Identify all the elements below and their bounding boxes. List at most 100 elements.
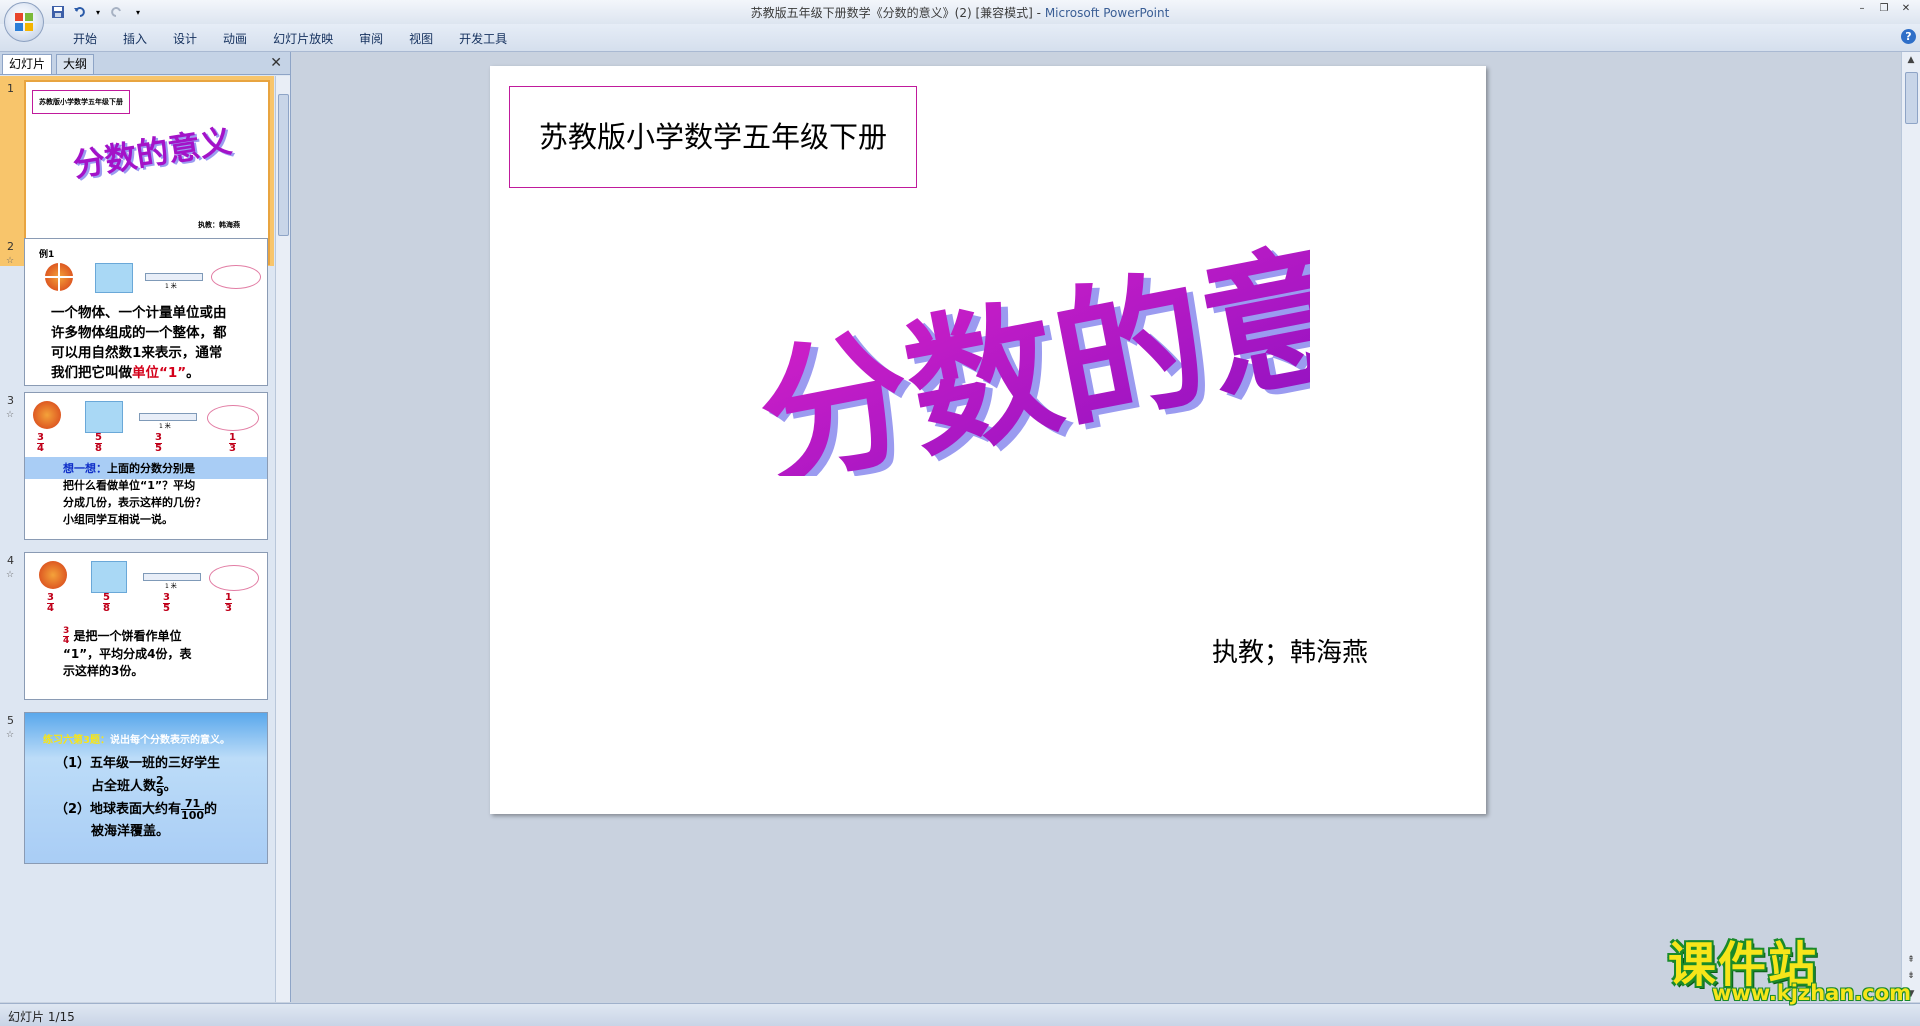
slide-number: 1 [7,82,14,95]
close-pane-icon[interactable]: ✕ [270,55,282,71]
thumb-line: 占全班人数 2 9。 [91,774,177,799]
tab-outline[interactable]: 大纲 [56,54,95,74]
slide-thumbnail-5[interactable]: 5 ☆ 练习六第3题：说出每个分数表示的意义。 （1）五年级一班的三好学生 占全… [0,708,274,868]
slide-canvas[interactable]: 苏教版小学数学五年级下册 分数的意义 分数的意义 执教；韩海燕 [490,66,1486,814]
thumbnail-canvas: 例1 1 米 一个物体、一个计量单位或由 许多物体组成的一个整体，都 可以用自然… [24,238,268,386]
ribbon: 开始 插入 设计 动画 幻灯片放映 审阅 视图 开发工具 ? [0,24,1920,52]
ellipse-image [211,265,261,289]
window-title: 苏教版五年级下册数学《分数的意义》(2) [兼容模式] - Microsoft … [0,4,1920,21]
ruler-image [139,413,197,421]
slides-pane: 幻灯片 大纲 ✕ 1 苏教版小学数学五年级下册 分数的意义 执教：韩海燕 2 ☆… [0,52,291,1002]
tab-slideshow[interactable]: 幻灯片放映 [260,30,346,48]
thumb-text: 的 [204,802,218,817]
tab-review[interactable]: 审阅 [346,30,396,48]
think-label: 想一想： [63,462,107,475]
ruler-label: 1 米 [165,583,177,590]
inline-fraction: 71 100 [181,797,205,822]
ribbon-tabs: 开始 插入 设计 动画 幻灯片放映 审阅 视图 开发工具 [60,30,520,48]
tab-slides[interactable]: 幻灯片 [2,54,53,74]
ruler-label: 1 米 [165,283,177,290]
vertical-scrollbar[interactable]: ▲ ⇞ ⇟ ▼ [1901,52,1920,1002]
tab-animations[interactable]: 动画 [210,30,260,48]
animation-star-icon: ☆ [6,730,15,740]
thumb-line: 我们把它叫做单位“1”。 [51,363,263,383]
fraction-row: 34 58 35 13 [25,433,267,457]
ellipse-image [207,405,259,431]
fraction: 13 [229,432,236,454]
thumb-text: 占全班人数 [91,779,157,794]
watermark: 课件站 www.kjzhan.com [1668,925,1911,1005]
scroll-up-icon[interactable]: ▲ [1902,52,1920,68]
pie-image [45,263,73,291]
tab-developer[interactable]: 开发工具 [446,30,520,48]
teacher-text[interactable]: 执教；韩海燕 [1212,632,1368,669]
document-title: 苏教版五年级下册数学《分数的意义》(2) [兼容模式] - [750,6,1045,20]
thumb-title-box: 苏教版小学数学五年级下册 [32,90,130,114]
minimize-button[interactable]: – [1852,2,1872,16]
slide-number: 4 [7,554,14,567]
ruler-image [145,273,203,281]
ruler-image [143,573,201,581]
thumb-header: 练习六第3题：说出每个分数表示的意义。 [43,731,230,746]
scroll-thumb[interactable] [278,94,289,236]
fraction: 58 [95,432,102,454]
fraction-row: 34 58 35 13 [25,593,267,617]
tab-view[interactable]: 视图 [396,30,446,48]
slide-number: 2 [7,240,14,253]
help-icon[interactable]: ? [1901,29,1916,44]
wordart-title[interactable]: 分数的意义 分数的意义 [710,216,1310,476]
grid-image [85,401,123,433]
thumb-line: 一个物体、一个计量单位或由 [51,305,227,321]
fraction: 58 [103,592,110,614]
thumb-line: “1”，平均分成4份，表 [63,647,192,661]
restore-button[interactable]: ❐ [1874,2,1894,16]
inline-fraction: 34 [63,626,70,646]
title-bar: ▾ ▾ 苏教版五年级下册数学《分数的意义》(2) [兼容模式] - Micros… [0,0,1920,24]
fraction: 34 [37,432,44,454]
animation-star-icon: ☆ [6,410,15,420]
ruler-label: 1 米 [159,423,171,430]
thumb-line: 许多物体组成的一个整体，都 [51,325,227,341]
thumb-line: （2）地球表面大约有 71 100 的 [55,798,265,821]
thumb-body: 想一想：上面的分数分别是 把什么看做单位“1”？平均 分成几份，表示这样的几份？… [63,460,263,528]
scroll-thumb[interactable] [1905,72,1918,124]
fraction: 35 [163,592,170,614]
slide-number: 3 [7,394,14,407]
thumbnail-canvas: 练习六第3题：说出每个分数表示的意义。 （1）五年级一班的三好学生 占全班人数 2… [24,712,268,864]
thumbnail-scrollbar[interactable] [275,76,290,1002]
status-bar: 幻灯片 1/15 [0,1003,1920,1026]
thumb-line: （1）五年级一班的三好学生 [55,756,221,771]
thumb-line: 想一想：上面的分数分别是 [63,460,263,477]
previous-slide-icon[interactable]: ⇞ [1902,952,1920,968]
header-label: 练习六第3题： [43,735,110,746]
thumb-body: 一个物体、一个计量单位或由 许多物体组成的一个整体，都 可以用自然数1来表示，通… [51,303,263,383]
grid-image [95,263,133,293]
inline-fraction: 29 [156,774,164,799]
thumb-line: 把什么看做单位“1”？平均 [63,479,196,492]
slide-thumbnail-4[interactable]: 4 ☆ 1 米 34 58 35 13 34 是把一个饼看作单位 “1”，平均分… [0,548,274,708]
office-button[interactable] [4,2,44,42]
pie-image [39,561,67,589]
close-button[interactable]: ✕ [1896,2,1916,16]
thumb-line: 小组同学互相说一说。 [63,513,173,526]
thumb-text: 上面的分数分别是 [107,462,195,475]
thumb-body: 34 是把一个饼看作单位 “1”，平均分成4份，表 示这样的3份。 [63,627,263,680]
thumb-line: 34 是把一个饼看作单位 [63,627,263,646]
thumb-big-title: 分数的意义 [70,121,235,185]
thumb-line: 可以用自然数1来表示，通常 [51,345,223,361]
tab-home[interactable]: 开始 [60,30,110,48]
thumbnail-canvas: 1 米 34 58 35 13 34 是把一个饼看作单位 “1”，平均分成4份，… [24,552,268,700]
slide-edit-area: 苏教版小学数学五年级下册 分数的意义 分数的意义 执教；韩海燕 [292,52,1902,1002]
thumb-line: 分成几份，表示这样的几份？ [63,496,206,509]
slide-thumbnail-3[interactable]: 3 ☆ 1 米 34 58 35 13 想一想：上面的分数分别是 把什么看做单位… [0,388,274,548]
slide-number: 5 [7,714,14,727]
tab-insert[interactable]: 插入 [110,30,160,48]
thumb-author: 执教：韩海燕 [198,221,240,229]
slide-title-box[interactable]: 苏教版小学数学五年级下册 [509,86,917,188]
ellipse-image [209,565,259,591]
tab-design[interactable]: 设计 [160,30,210,48]
thumb-body: （1）五年级一班的三好学生 占全班人数 2 9。 （2）地球表面大约有 71 100 的 … [55,753,265,843]
thumb-label: 例1 [39,250,55,260]
thumb-text: 是把一个饼看作单位 [73,629,182,643]
slide-thumbnails: 1 苏教版小学数学五年级下册 分数的意义 执教：韩海燕 2 ☆ 例1 1 米 一… [0,76,274,1002]
